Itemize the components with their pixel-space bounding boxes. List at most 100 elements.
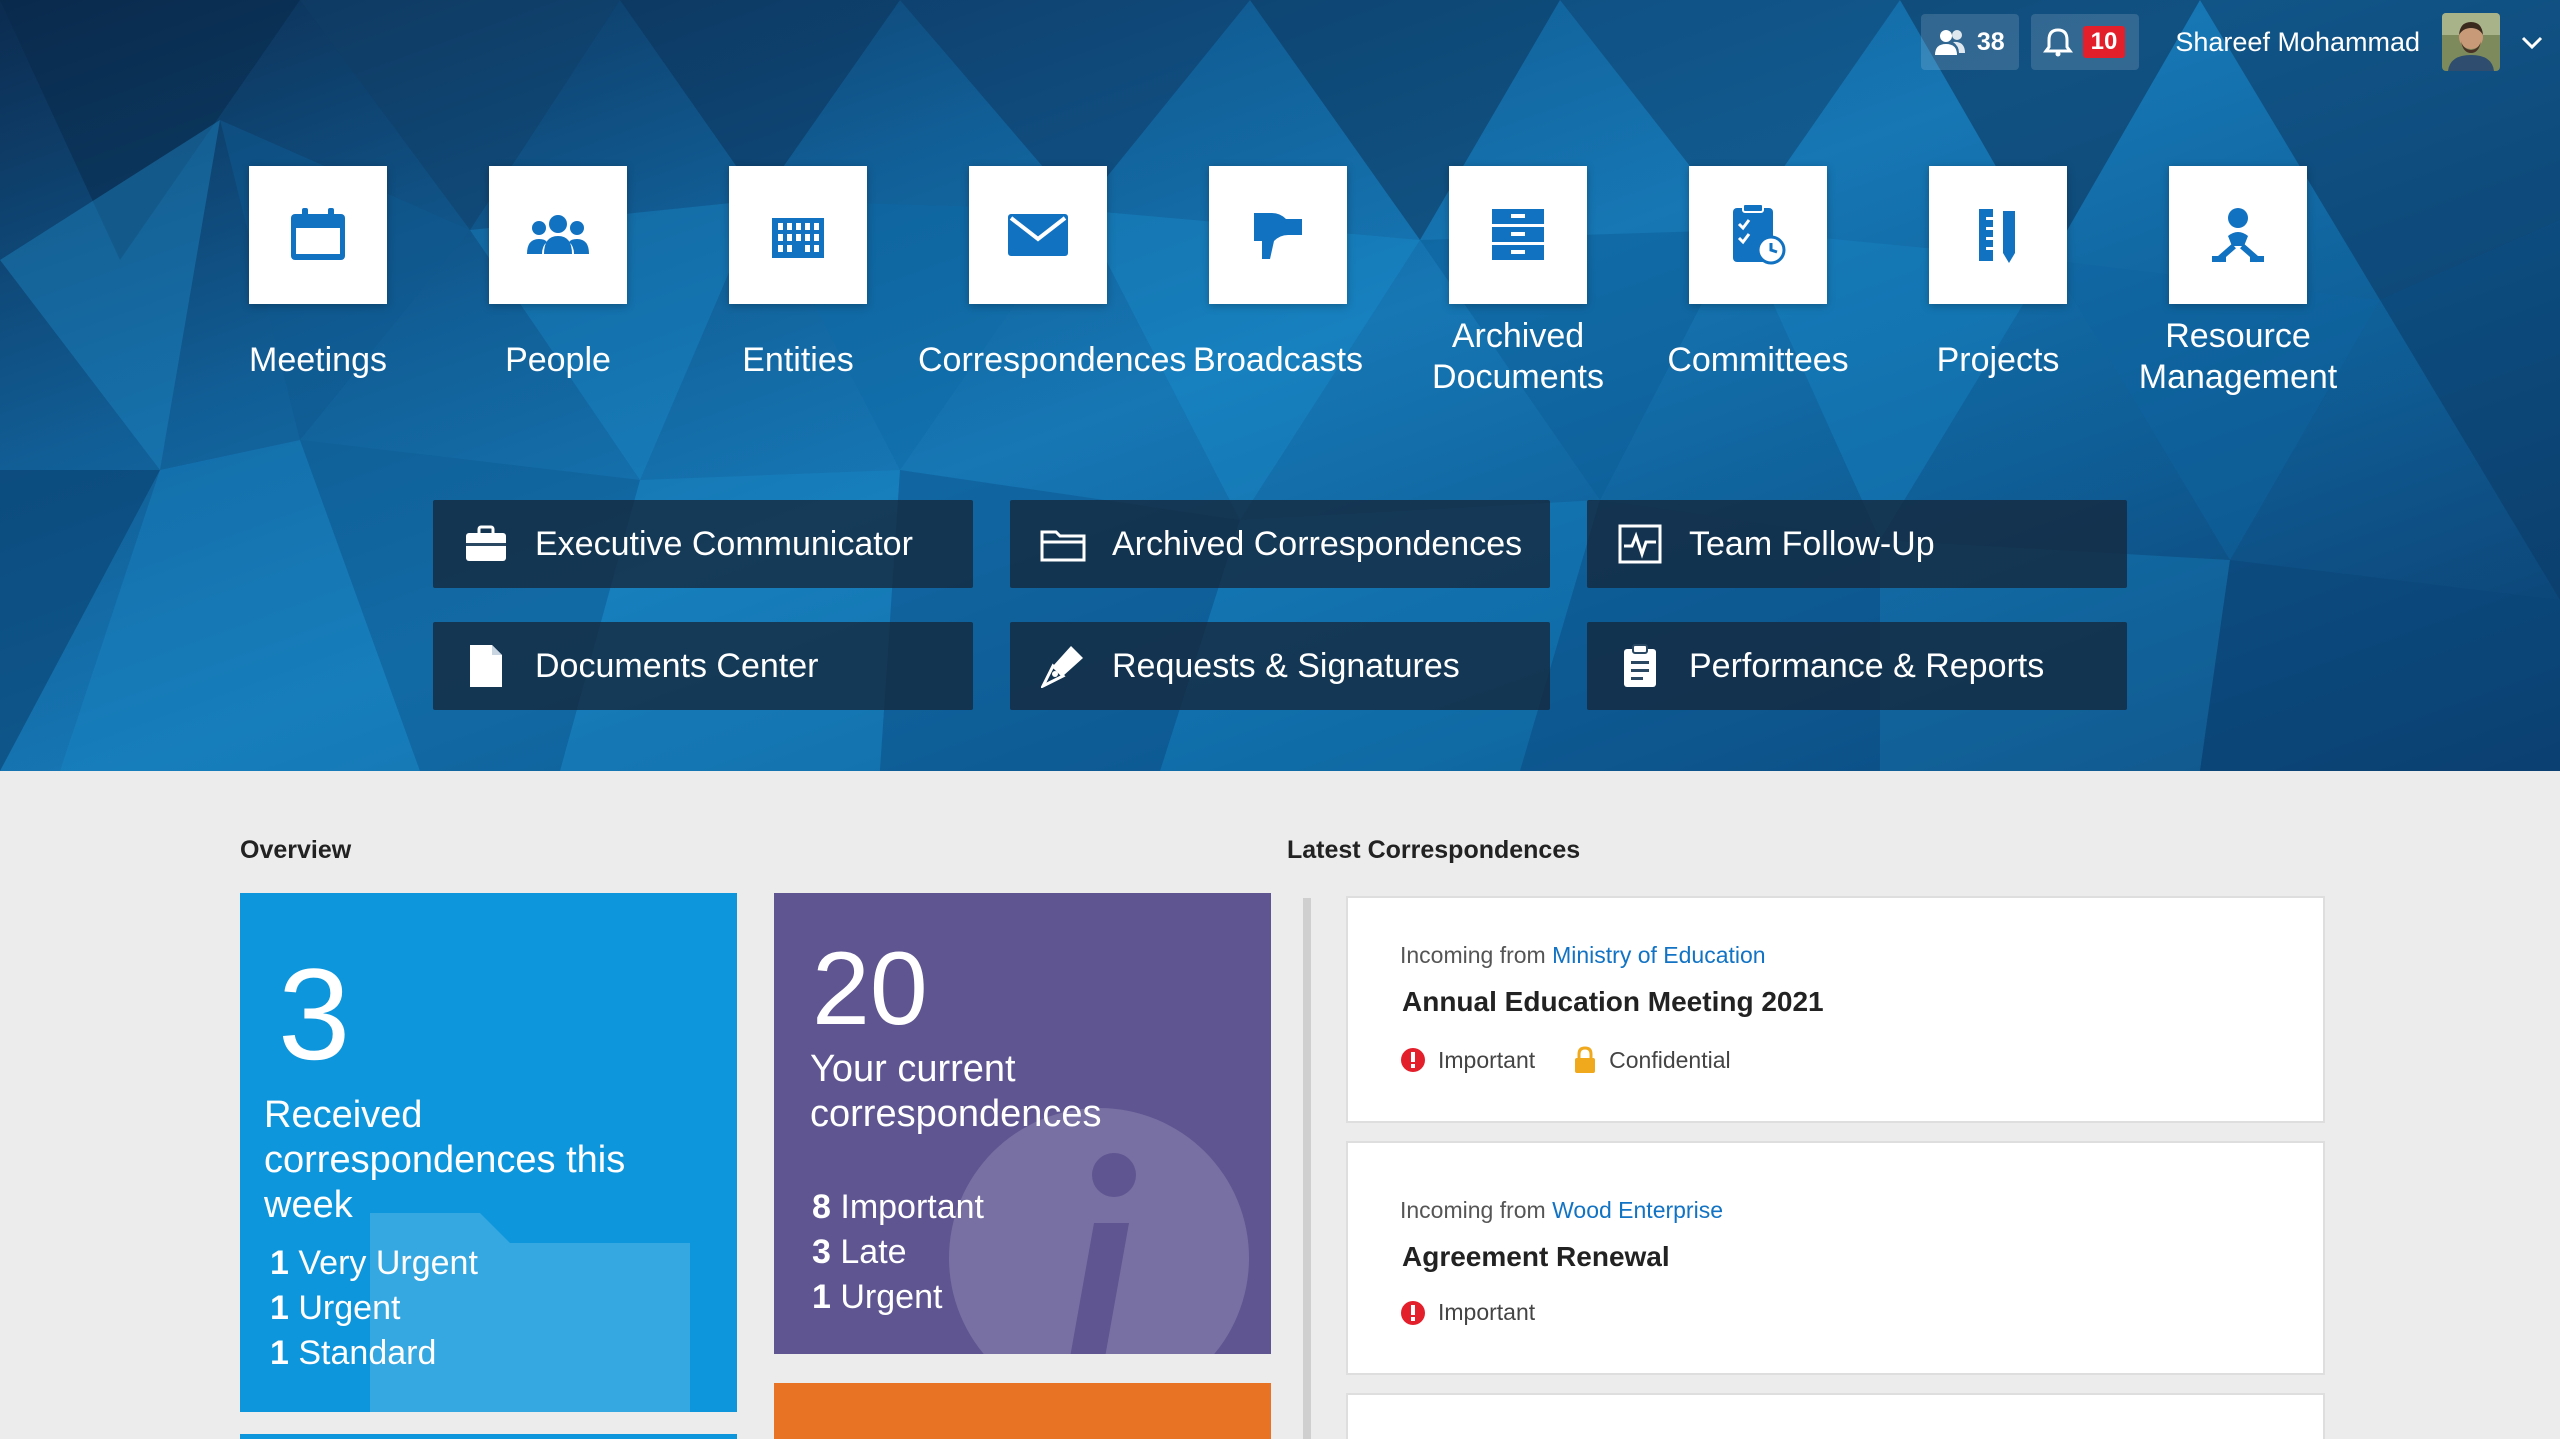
pulse-chart-icon	[1618, 524, 1662, 564]
correspondence-card[interactable]	[1346, 1393, 2325, 1439]
module-tile-box[interactable]	[969, 166, 1107, 304]
quick-link-documents-center[interactable]: Documents Center	[433, 622, 973, 710]
module-projects[interactable]: Projects	[1878, 166, 2118, 381]
received-count: 3	[278, 941, 351, 1087]
exclamation-icon	[1401, 1300, 1425, 1325]
received-correspondences-card[interactable]: 3 Received correspondences this week 1 V…	[240, 893, 737, 1412]
module-label: Projects	[1936, 341, 2060, 379]
module-broadcasts[interactable]: Broadcasts	[1158, 166, 1398, 381]
module-label: Archived Documents	[1432, 317, 1604, 396]
avatar[interactable]	[2442, 13, 2500, 71]
module-tile-box[interactable]	[2169, 166, 2307, 304]
module-tile-box[interactable]	[249, 166, 387, 304]
correspondence-title[interactable]: Annual Education Meeting 2021	[1402, 986, 1824, 1018]
received-breakdown-list: 1 Very Urgent 1 Urgent 1 Standard	[270, 1241, 478, 1376]
megaphone-icon	[1254, 213, 1302, 259]
quick-link-team-follow-up[interactable]: Team Follow-Up	[1587, 500, 2127, 588]
tag-important: Important	[1400, 1299, 1535, 1326]
module-tile-box[interactable]	[729, 166, 867, 304]
list-item: 1 Very Urgent	[270, 1244, 478, 1282]
module-archived-documents[interactable]: Archived Documents	[1398, 166, 1638, 398]
chevron-down-icon[interactable]	[2518, 28, 2546, 56]
received-label: Received correspondences this week	[264, 1094, 626, 1226]
building-icon	[772, 218, 824, 258]
source-link[interactable]: Wood Enterprise	[1552, 1197, 1723, 1223]
correspondence-source: Incoming from Ministry of Education	[1400, 942, 1766, 968]
module-label: Broadcasts	[1192, 341, 1364, 379]
correspondence-tags: Important	[1400, 1299, 1573, 1326]
envelope-icon	[1008, 214, 1068, 256]
tag-important: Important	[1400, 1047, 1535, 1074]
tag-confidential: Confidential	[1573, 1046, 1731, 1074]
briefcase-icon	[466, 525, 506, 561]
clipboard-report-icon	[1624, 644, 1656, 687]
list-item: 1 Urgent	[270, 1289, 401, 1327]
quick-link-label: Documents Center	[535, 646, 819, 685]
module-meetings[interactable]: Meetings	[198, 166, 438, 381]
correspondence-source: Incoming from Wood Enterprise	[1400, 1197, 1723, 1223]
module-label: Correspondences	[918, 341, 1187, 379]
module-tile-box[interactable]	[489, 166, 627, 304]
overview-card-orange[interactable]	[774, 1383, 1271, 1439]
quick-link-executive-communicator[interactable]: Executive Communicator	[433, 500, 973, 588]
correspondence-title[interactable]: Agreement Renewal	[1402, 1241, 1670, 1273]
source-link[interactable]: Ministry of Education	[1552, 942, 1765, 968]
latest-correspondences-title: Latest Correspondences	[1287, 836, 1581, 864]
notifications-button[interactable]: 10	[2030, 14, 2140, 70]
module-people[interactable]: People	[438, 166, 678, 381]
quick-link-label: Executive Communicator	[535, 524, 913, 563]
quick-link-requests-signatures[interactable]: Requests & Signatures	[1010, 622, 1550, 710]
list-item: 1 Standard	[270, 1334, 437, 1372]
contacts-counter-button[interactable]: 38	[1920, 14, 2019, 70]
clipboard-clock-icon	[1733, 203, 1786, 265]
module-label: Meetings	[249, 341, 387, 379]
current-breakdown-list: 8 Important 3 Late 1 Urgent	[812, 1185, 984, 1320]
module-tile-box[interactable]	[1209, 166, 1347, 304]
current-label: Your current correspondences	[810, 1048, 1102, 1135]
top-bar: 38 10 Shareef Mohammad	[1920, 13, 2546, 71]
people-icon	[527, 215, 589, 254]
document-icon	[470, 645, 502, 687]
calendar-icon	[291, 208, 345, 260]
module-entities[interactable]: Entities	[678, 166, 918, 381]
module-label: People	[505, 341, 611, 379]
user-avatar-image	[2442, 13, 2500, 71]
user-name[interactable]: Shareef Mohammad	[2175, 27, 2420, 58]
quick-link-label: Requests & Signatures	[1112, 646, 1460, 685]
quick-link-label: Archived Correspondences	[1112, 524, 1523, 563]
ruler-pencil-icon	[1979, 209, 2015, 263]
hero-banner: 38 10 Shareef Mohammad Meetings People E…	[0, 0, 2560, 771]
list-item: 3 Late	[812, 1233, 907, 1271]
module-label: Resource Management	[2138, 317, 2338, 396]
module-tile-box[interactable]	[1449, 166, 1587, 304]
folder-icon	[1040, 530, 1086, 562]
person-network-icon	[2212, 208, 2264, 263]
module-tile-box[interactable]	[1689, 166, 1827, 304]
exclamation-icon	[1401, 1048, 1425, 1072]
module-label: Entities	[742, 341, 854, 379]
bell-icon	[2042, 28, 2073, 57]
module-label: Committees	[1667, 341, 1849, 379]
quick-link-performance-reports[interactable]: Performance & Reports	[1587, 622, 2127, 710]
people-icon	[1934, 30, 1965, 55]
correspondence-tags: Important Confidential	[1400, 1046, 1769, 1074]
lock-icon	[1575, 1046, 1596, 1073]
module-tile-box[interactable]	[1929, 166, 2067, 304]
list-item: 1 Urgent	[812, 1278, 943, 1316]
list-item: 8 Important	[812, 1188, 984, 1226]
contacts-count: 38	[1976, 27, 2005, 56]
overview-card-next[interactable]	[240, 1434, 737, 1439]
current-count: 20	[812, 931, 928, 1047]
scroll-divider	[1303, 898, 1311, 1439]
module-correspondences[interactable]: Correspondences	[918, 166, 1187, 381]
module-committees[interactable]: Committees	[1638, 166, 1878, 381]
quick-link-archived-correspondences[interactable]: Archived Correspondences	[1010, 500, 1550, 588]
correspondence-card[interactable]: Incoming from Wood Enterprise Agreement …	[1346, 1141, 2325, 1375]
pen-nib-icon	[1041, 646, 1083, 688]
current-correspondences-card[interactable]: 20 Your current correspondences 8 Import…	[774, 893, 1271, 1354]
module-resource-management[interactable]: Resource Management	[2118, 166, 2358, 398]
correspondence-card[interactable]: Incoming from Ministry of Education Annu…	[1346, 896, 2325, 1123]
quick-link-label: Performance & Reports	[1689, 646, 2045, 685]
notifications-count-badge: 10	[2082, 26, 2126, 58]
archive-cabinet-icon	[1492, 209, 1544, 260]
